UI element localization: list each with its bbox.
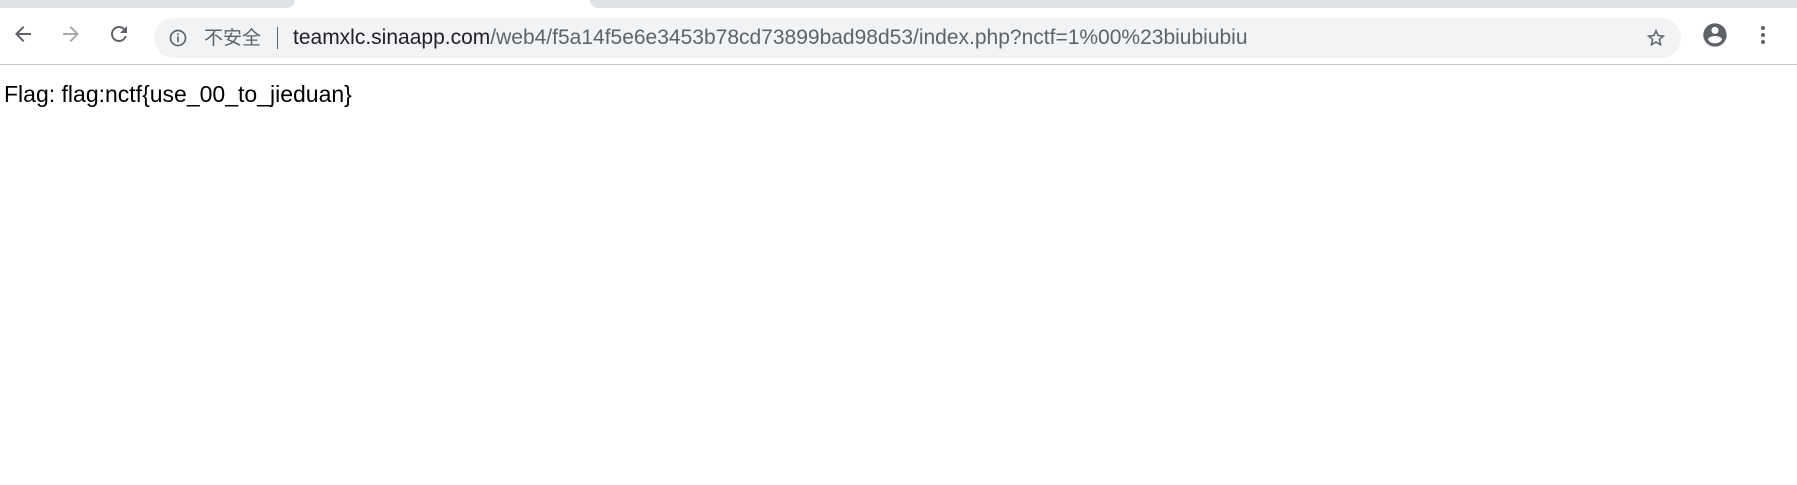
more-vert-icon (1761, 26, 1765, 44)
url-host: teamxlc.sinaapp.com (293, 26, 491, 49)
browser-toolbar: 不安全 teamxlc.sinaapp.com/web4/f5a14f5e6e3… (0, 8, 1797, 65)
inactive-tab-right[interactable] (590, 0, 1797, 8)
forward-arrow-icon (63, 26, 79, 42)
back-button[interactable] (9, 20, 37, 48)
flag-text: Flag: flag:nctf{use_00_to_jieduan} (4, 81, 352, 107)
address-bar[interactable]: 不安全 teamxlc.sinaapp.com/web4/f5a14f5e6e3… (154, 18, 1681, 58)
browser-menu-button[interactable] (1749, 21, 1777, 49)
url-divider (277, 27, 278, 49)
inactive-tab-left[interactable] (0, 0, 295, 8)
reload-icon (111, 26, 127, 42)
tab-strip (0, 0, 1797, 8)
info-icon[interactable] (168, 28, 188, 48)
star-icon[interactable] (1645, 27, 1667, 49)
security-status-label[interactable]: 不安全 (204, 27, 261, 49)
url-text[interactable]: teamxlc.sinaapp.com/web4/f5a14f5e6e3453b… (293, 26, 1248, 50)
back-arrow-icon (15, 26, 31, 42)
reload-button[interactable] (105, 20, 133, 48)
profile-button[interactable] (1701, 21, 1729, 49)
url-path: /web4/f5a14f5e6e3453b78cd73899bad98d53/i… (490, 26, 1248, 49)
account-circle-icon (1703, 23, 1727, 47)
forward-button[interactable] (57, 20, 85, 48)
